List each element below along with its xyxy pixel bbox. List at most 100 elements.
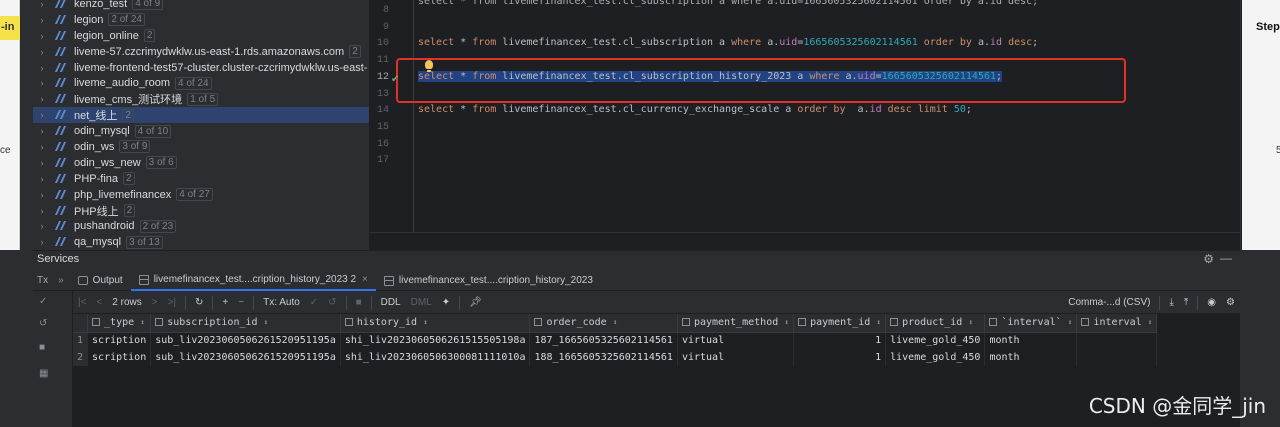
- rollback-icon[interactable]: ↺: [323, 297, 341, 308]
- tree-item[interactable]: › liveme_audio_room 4 of 24: [33, 75, 369, 91]
- chevron-right-icon[interactable]: ›: [36, 63, 48, 73]
- sort-icon[interactable]: ⬍: [613, 318, 618, 327]
- first-page-icon[interactable]: |<: [73, 297, 91, 308]
- column-header[interactable]: subscription_id ⬍: [150, 314, 341, 333]
- chevron-right-icon[interactable]: ›: [36, 126, 48, 136]
- gear-icon[interactable]: ⚙: [1203, 252, 1214, 266]
- table-cell[interactable]: 1: [793, 332, 887, 349]
- tree-item[interactable]: › liveme-57.czcrimydwklw.us-east-1.rds.am…: [33, 44, 369, 60]
- sort-icon[interactable]: ⬍: [140, 318, 145, 327]
- table-cell[interactable]: virtual: [677, 349, 795, 366]
- minimize-icon[interactable]: —: [1220, 251, 1232, 265]
- tree-item[interactable]: › qa_mysql 3 of 13: [33, 234, 369, 250]
- table-cell[interactable]: sub_liv2023060506261520951195a: [150, 332, 341, 349]
- next-page-icon[interactable]: >: [147, 297, 163, 308]
- sort-icon[interactable]: ⬍: [968, 318, 973, 327]
- column-header[interactable]: interval ⬍: [1076, 314, 1158, 333]
- chevron-right-icon[interactable]: ›: [36, 206, 48, 216]
- table-cell[interactable]: sub_liv2023060506261520951195a: [150, 349, 341, 366]
- table-cell[interactable]: scription: [87, 332, 152, 349]
- tab-result-history[interactable]: livemefinancex_test....cription_history_…: [376, 271, 601, 291]
- tree-item[interactable]: › net_线上 2: [33, 107, 369, 124]
- table-cell[interactable]: shi_liv2023060506300081111010a: [340, 349, 531, 366]
- code-line[interactable]: select * from livemefinancex_test.cl_cur…: [418, 104, 972, 115]
- sort-icon[interactable]: ⬍: [876, 318, 881, 327]
- tree-item[interactable]: › legion_online 2: [33, 28, 369, 44]
- column-header[interactable]: payment_id ⬍: [793, 314, 887, 333]
- tree-item[interactable]: › kenzo_test 4 of 9: [33, 0, 369, 12]
- table-cell[interactable]: 187_1665605325602114561: [529, 332, 678, 349]
- add-row-icon[interactable]: +: [217, 297, 233, 308]
- table-cell[interactable]: month: [984, 332, 1078, 349]
- tree-item[interactable]: › odin_ws 3 of 9: [33, 139, 369, 155]
- tree-item[interactable]: › php_livemefinancex 4 of 27: [33, 187, 369, 203]
- tab-output[interactable]: Output: [70, 271, 131, 291]
- chevron-right-icon[interactable]: ›: [36, 94, 48, 104]
- tree-item[interactable]: › PHP-fina 2: [33, 171, 369, 187]
- column-header[interactable]: `interval` ⬍: [984, 314, 1078, 333]
- tree-item[interactable]: › PHP线上 2: [33, 203, 369, 219]
- double-chevron-icon[interactable]: »: [52, 275, 70, 286]
- table-cell[interactable]: liveme_gold_450: [885, 332, 986, 349]
- column-header[interactable]: order_code ⬍: [529, 314, 678, 333]
- table-row[interactable]: 2 scription sub_liv2023060506261520951195a…: [73, 349, 1158, 366]
- chevron-right-icon[interactable]: ›: [36, 158, 48, 168]
- check-icon[interactable]: ✓: [39, 297, 49, 307]
- tree-item[interactable]: › pushandroid 2 of 23: [33, 218, 369, 234]
- column-header[interactable]: payment_method ⬍: [677, 314, 795, 333]
- tree-item[interactable]: › legion 2 of 24: [33, 12, 369, 28]
- settings-icon[interactable]: ⚙: [1221, 297, 1240, 308]
- table-cell[interactable]: scription: [87, 349, 152, 366]
- chevron-right-icon[interactable]: ›: [36, 190, 48, 200]
- sort-icon[interactable]: ⬍: [784, 318, 789, 327]
- undo-icon[interactable]: ↺: [39, 319, 49, 329]
- tree-item[interactable]: › odin_mysql 4 of 10: [33, 123, 369, 139]
- close-icon[interactable]: ×: [362, 274, 368, 285]
- chevron-right-icon[interactable]: ›: [36, 78, 48, 88]
- chevron-right-icon[interactable]: ›: [36, 110, 48, 120]
- editor-scrollbar[interactable]: [1240, 0, 1242, 250]
- sort-icon[interactable]: ⬍: [1148, 318, 1153, 327]
- sort-icon[interactable]: ⬍: [1068, 318, 1073, 327]
- stop-icon[interactable]: ■: [39, 343, 49, 353]
- upload-icon[interactable]: ⤒: [1179, 297, 1193, 308]
- table-cell[interactable]: liveme_gold_450: [885, 349, 986, 366]
- table-cell[interactable]: virtual: [677, 332, 795, 349]
- chevron-right-icon[interactable]: ›: [36, 237, 48, 247]
- tx-indicator[interactable]: Tx: [33, 275, 52, 286]
- tab-result-history-2[interactable]: livemefinancex_test....cription_history_…: [130, 271, 376, 291]
- table-cell[interactable]: 1: [793, 349, 887, 366]
- row-count-dropdown[interactable]: 2 rows: [107, 297, 146, 308]
- table-row[interactable]: 1 scription sub_liv2023060506261520951195a…: [73, 332, 1158, 349]
- view-icon[interactable]: ◉: [1202, 297, 1221, 308]
- ddl-button[interactable]: DDL: [376, 297, 406, 308]
- sql-editor[interactable]: 8 select * from livemefinancex_test.cl_su…: [369, 0, 1240, 250]
- column-header[interactable]: product_id ⬍: [885, 314, 986, 333]
- tx-mode-dropdown[interactable]: Tx: Auto: [258, 297, 305, 308]
- refresh-icon[interactable]: ↻: [190, 297, 208, 308]
- table-cell[interactable]: shi_liv2023060506261515505198a: [340, 332, 531, 349]
- chevron-right-icon[interactable]: ›: [36, 15, 48, 25]
- dml-button[interactable]: DML: [406, 297, 437, 308]
- chevron-right-icon[interactable]: ›: [36, 0, 48, 9]
- column-header[interactable]: history_id ⬍: [340, 314, 531, 333]
- result-grid[interactable]: _type ⬍ subscription_id ⬍ history_id ⬍ order_c…: [73, 314, 1240, 427]
- last-page-icon[interactable]: >|: [163, 297, 181, 308]
- download-icon[interactable]: ⤓: [1164, 297, 1178, 308]
- code-line[interactable]: select * from livemefinancex_test.cl_sub…: [418, 0, 1038, 7]
- cancel-query-icon[interactable]: ■: [351, 297, 367, 308]
- export-format-dropdown[interactable]: Comma-...d (CSV): [1063, 297, 1155, 308]
- lightbulb-icon[interactable]: [425, 60, 433, 72]
- delete-row-icon[interactable]: −: [233, 297, 249, 308]
- table-cell[interactable]: 188_1665605325602114561: [529, 349, 678, 366]
- table-cell[interactable]: [1076, 349, 1158, 366]
- chevron-right-icon[interactable]: ›: [36, 31, 48, 41]
- sort-icon[interactable]: ⬍: [423, 318, 428, 327]
- tree-item[interactable]: › liveme-frontend-test57-cluster.cluster-…: [33, 60, 369, 76]
- chevron-right-icon[interactable]: ›: [36, 47, 48, 57]
- sort-icon[interactable]: ⬍: [264, 318, 269, 327]
- chevron-right-icon[interactable]: ›: [36, 221, 48, 231]
- pin-icon[interactable]: 📌︎: [464, 297, 487, 308]
- column-header[interactable]: _type ⬍: [87, 314, 152, 333]
- tree-item[interactable]: › odin_ws_new 3 of 6: [33, 155, 369, 171]
